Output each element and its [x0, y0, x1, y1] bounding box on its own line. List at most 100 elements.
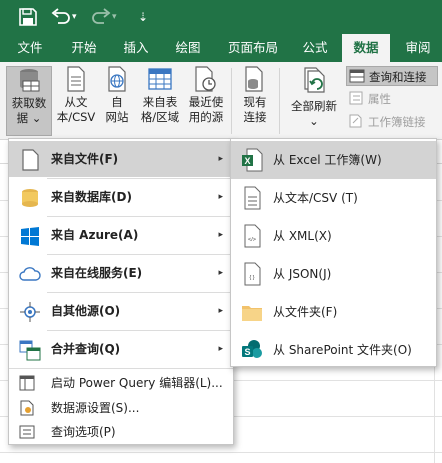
submenu-arrow-icon: ▸ — [218, 192, 223, 202]
from-web-label-1: 自 — [111, 95, 123, 109]
menu-item-label: 来自在线服务(E) — [51, 266, 143, 280]
queries-connections-button[interactable]: 查询和连接 — [346, 66, 438, 86]
svg-text:{ }: { } — [249, 275, 254, 281]
svg-text:S: S — [244, 347, 250, 357]
existing-connections-label-2: 连接 — [243, 110, 267, 124]
submenu-arrow-icon: ▸ — [218, 306, 223, 316]
text-file-icon — [244, 186, 261, 210]
existing-connections-icon — [245, 66, 263, 92]
get-data-menu: 来自文件(F) ▸ 来自数据库(D) ▸ 来自 Azure(A) ▸ 来自在线服… — [8, 138, 234, 445]
menu-item-from-online-services[interactable]: 来自在线服务(E) ▸ — [9, 255, 233, 291]
ribbon-tabs: 文件 开始 插入 绘图 页面布局 公式 数据 审阅 — [0, 34, 442, 62]
submenu-item-label: 从文件夹(F) — [273, 305, 338, 319]
edit-links-button[interactable]: 工作簿链接 — [346, 112, 438, 132]
from-text-label-1: 从文 — [64, 95, 88, 109]
web-page-icon — [108, 66, 126, 92]
menu-item-from-azure[interactable]: 来自 Azure(A) ▸ — [9, 217, 233, 253]
tab-draw[interactable]: 绘图 — [164, 34, 212, 62]
submenu-item-from-sharepoint-folder[interactable]: S 从 SharePoint 文件夹(O) — [231, 331, 436, 369]
query-options-icon — [19, 425, 35, 439]
redo-dropdown-icon[interactable]: ▾ — [112, 7, 122, 27]
from-text-csv-button[interactable]: 从文 本/CSV — [55, 66, 97, 125]
recent-sources-icon — [195, 66, 216, 92]
menu-item-label: 自其他源(O) — [51, 304, 121, 318]
undo-icon[interactable] — [50, 7, 72, 27]
power-query-editor-icon — [19, 375, 35, 391]
submenu-item-from-json[interactable]: { } 从 JSON(J) — [231, 255, 436, 293]
ribbon-separator — [231, 68, 232, 134]
sharepoint-icon: S — [242, 340, 262, 358]
excel-workbook-icon: X — [242, 148, 263, 172]
submenu-arrow-icon: ▸ — [218, 344, 223, 354]
tab-home[interactable]: 开始 — [60, 34, 108, 62]
tab-file[interactable]: 文件 — [6, 34, 54, 62]
json-file-icon: { } — [244, 262, 261, 286]
submenu-item-from-excel-workbook[interactable]: X 从 Excel 工作簿(W) — [231, 141, 436, 179]
file-icon — [22, 149, 39, 171]
submenu-item-label: 从 Excel 工作簿(W) — [273, 153, 382, 167]
recent-sources-label-1: 最近使 — [188, 95, 224, 109]
submenu-arrow-icon: ▸ — [218, 268, 223, 278]
refresh-all-button[interactable]: 全部刷新 ⌄ — [285, 66, 343, 129]
from-table-label-1: 来自表 — [142, 95, 178, 109]
svg-text:</>: </> — [248, 237, 256, 243]
menu-item-label: 启动 Power Query 编辑器(L)... — [51, 376, 223, 390]
menu-item-label: 来自 Azure(A) — [51, 228, 139, 242]
refresh-icon — [304, 67, 325, 93]
menu-item-data-source-settings[interactable]: 数据源设置(S)... — [9, 396, 233, 420]
existing-connections-button[interactable]: 现有 连接 — [236, 66, 274, 125]
refresh-all-dropdown-icon: ⌄ — [309, 114, 319, 128]
get-data-dropdown-icon: ⌄ — [31, 111, 42, 125]
menu-item-label: 查询选项(P) — [51, 425, 116, 439]
submenu-item-from-folder[interactable]: 从文件夹(F) — [231, 293, 436, 331]
submenu-item-label: 从 JSON(J) — [273, 267, 332, 281]
tab-data[interactable]: 数据 — [342, 34, 390, 62]
menu-item-query-options[interactable]: 查询选项(P) — [9, 420, 233, 444]
other-sources-icon — [20, 302, 40, 322]
get-data-label-2: 据 — [16, 111, 29, 125]
from-table-range-button[interactable]: 来自表 格/区域 — [137, 66, 183, 125]
tab-insert[interactable]: 插入 — [112, 34, 160, 62]
from-text-label-2: 本/CSV — [56, 110, 96, 124]
properties-label: 属性 — [368, 92, 391, 106]
menu-item-label: 来自文件(F) — [51, 152, 119, 166]
queries-connections-label: 查询和连接 — [369, 70, 427, 84]
database-table-icon — [20, 69, 40, 92]
tab-page-layout[interactable]: 页面布局 — [218, 34, 288, 62]
menu-item-label: 数据源设置(S)... — [51, 401, 140, 415]
submenu-item-label: 从文本/CSV (T) — [273, 191, 358, 205]
properties-icon — [349, 91, 363, 105]
svg-text:X: X — [244, 156, 250, 166]
customize-toolbar-icon[interactable]: ⇣ — [138, 7, 150, 27]
menu-item-label: 来自数据库(D) — [51, 190, 132, 204]
from-file-submenu: X 从 Excel 工作簿(W) 从文本/CSV (T) </> 从 XML(X… — [230, 138, 437, 367]
menu-item-launch-power-query-editor[interactable]: 启动 Power Query 编辑器(L)... — [9, 371, 233, 395]
tab-review[interactable]: 审阅 — [394, 34, 442, 62]
recent-sources-button[interactable]: 最近使 用的源 — [185, 66, 227, 125]
menu-item-from-database[interactable]: 来自数据库(D) ▸ — [9, 179, 233, 215]
from-web-button[interactable]: 自 网站 — [100, 66, 134, 125]
submenu-arrow-icon: ▸ — [218, 230, 223, 240]
save-icon[interactable] — [18, 7, 38, 27]
properties-button[interactable]: 属性 — [346, 89, 438, 109]
recent-sources-label-2: 用的源 — [188, 110, 224, 124]
tab-formulas[interactable]: 公式 — [292, 34, 338, 62]
edit-links-icon — [349, 114, 362, 128]
cloud-icon — [19, 267, 41, 281]
xml-file-icon: </> — [244, 224, 261, 248]
refresh-all-label: 全部刷新 — [291, 99, 337, 113]
submenu-item-from-text-csv[interactable]: 从文本/CSV (T) — [231, 179, 436, 217]
redo-icon[interactable] — [90, 7, 112, 27]
undo-dropdown-icon[interactable]: ▾ — [72, 7, 82, 27]
menu-item-combine-queries[interactable]: 合并查询(Q) ▸ — [9, 331, 233, 367]
menu-item-from-file[interactable]: 来自文件(F) ▸ — [9, 141, 233, 177]
submenu-item-label: 从 XML(X) — [273, 229, 332, 243]
database-icon — [22, 189, 38, 207]
table-icon — [148, 68, 172, 90]
get-data-button[interactable]: 获取数 据 ⌄ — [6, 66, 52, 136]
folder-icon — [242, 306, 262, 321]
from-table-label-2: 格/区域 — [140, 110, 180, 124]
submenu-item-from-xml[interactable]: </> 从 XML(X) — [231, 217, 436, 255]
menu-item-from-other-sources[interactable]: 自其他源(O) ▸ — [9, 293, 233, 329]
edit-links-label: 工作簿链接 — [368, 115, 426, 129]
